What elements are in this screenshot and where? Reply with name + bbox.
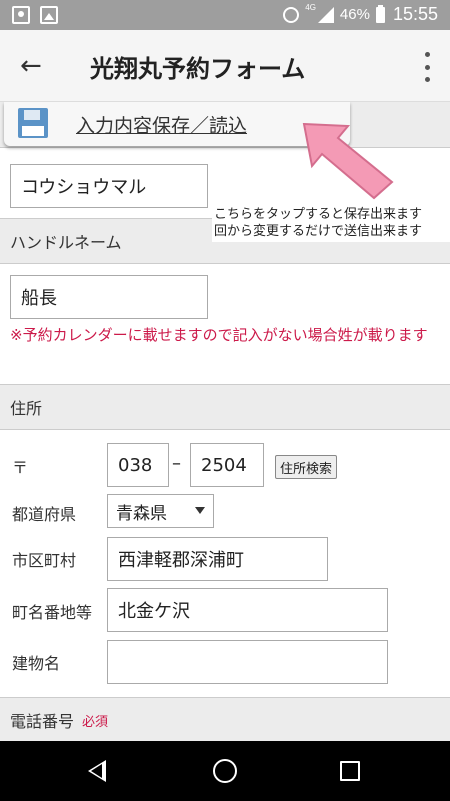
handle-name-field[interactable]: 船長	[10, 275, 208, 319]
town-field[interactable]: 北金ケ沢	[107, 588, 388, 632]
back-arrow-icon[interactable]: ←	[20, 52, 50, 80]
battery-percent: 46%	[339, 6, 370, 23]
nav-back-icon[interactable]	[88, 760, 106, 782]
navigation-bar	[0, 741, 450, 801]
prefecture-value: 青森県	[116, 503, 167, 524]
city-label: 市区町村	[12, 551, 77, 570]
postal-code-second-input[interactable]: 2504	[190, 443, 264, 487]
save-load-button[interactable]: 入力内容保存／読込	[4, 102, 350, 146]
dropdown-caret-icon	[195, 507, 205, 514]
postal-label: 〒	[12, 458, 29, 477]
address-header-label: 住所	[10, 399, 43, 418]
phone-header: 電話番号 必須	[0, 697, 450, 741]
address-header: 住所	[0, 384, 450, 430]
prefecture-select[interactable]: 青森県	[107, 494, 214, 528]
prefecture-label: 都道府県	[12, 505, 77, 524]
required-badge: 必須	[82, 714, 109, 730]
image-icon	[40, 6, 58, 24]
handle-name-warning: ※予約カレンダーに載せますので記入がない場合姓が載ります	[10, 326, 428, 344]
battery-icon	[375, 4, 385, 23]
contact-icon	[12, 6, 30, 24]
town-label: 町名番地等	[12, 603, 93, 622]
phone-header-label: 電話番号	[10, 712, 75, 731]
floppy-disk-icon	[18, 108, 48, 138]
app-bar: ← 光翔丸予約フォーム	[0, 30, 450, 102]
nav-home-icon[interactable]	[213, 759, 237, 783]
clock: 15:55	[392, 4, 438, 24]
building-field[interactable]	[107, 640, 388, 684]
nav-recent-icon[interactable]	[340, 761, 360, 781]
postal-dash: –	[172, 453, 181, 474]
save-hint-line1: こちらをタップすると保存出来ます	[214, 207, 423, 222]
header-fill	[212, 242, 450, 264]
pink-arrow-icon	[302, 122, 394, 200]
city-field[interactable]: 西津軽郡深浦町	[107, 537, 328, 581]
network-type: 4G	[305, 3, 316, 12]
handle-name-header-label: ハンドルネーム	[10, 233, 122, 252]
save-load-label: 入力内容保存／読込	[76, 115, 248, 137]
status-bar: 4G 46% 15:55	[0, 0, 450, 30]
save-hint-line2: 回から変更するだけで送信出来ます	[214, 224, 423, 239]
more-vert-icon[interactable]	[422, 52, 432, 82]
katakana-name-field[interactable]: コウショウマル	[10, 164, 208, 208]
building-label: 建物名	[12, 654, 61, 673]
page-title: 光翔丸予約フォーム	[90, 55, 306, 83]
address-search-button[interactable]: 住所検索	[275, 455, 338, 479]
postal-code-first-input[interactable]: 038	[107, 443, 169, 487]
alarm-icon	[283, 6, 300, 23]
handle-name-header: ハンドルネーム	[0, 218, 212, 264]
signal-icon	[317, 6, 334, 23]
